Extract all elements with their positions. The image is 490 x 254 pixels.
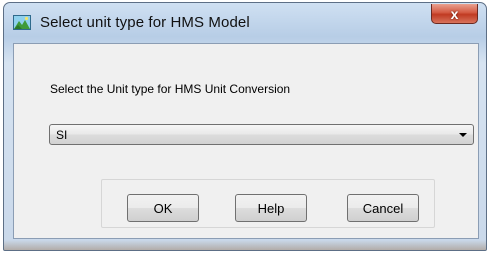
cancel-button[interactable]: Cancel: [347, 194, 419, 222]
unit-type-select[interactable]: SI: [49, 124, 474, 145]
chevron-down-icon[interactable]: [459, 133, 467, 137]
unit-type-selected-value: SI: [56, 128, 68, 142]
window-title: Select unit type for HMS Model: [40, 14, 250, 31]
close-icon: x: [450, 5, 459, 22]
button-group: OK Help Cancel: [101, 179, 435, 228]
ok-button[interactable]: OK: [127, 194, 199, 222]
landscape-map-icon: [13, 15, 31, 30]
dialog-window: Select unit type for HMS Model x Select …: [3, 2, 487, 251]
unit-type-prompt: Select the Unit type for HMS Unit Conver…: [50, 82, 291, 96]
dialog-body: Select the Unit type for HMS Unit Conver…: [13, 43, 479, 239]
title-bar[interactable]: Select unit type for HMS Model x: [4, 3, 486, 43]
help-button[interactable]: Help: [235, 194, 307, 222]
close-button[interactable]: x: [431, 4, 478, 24]
